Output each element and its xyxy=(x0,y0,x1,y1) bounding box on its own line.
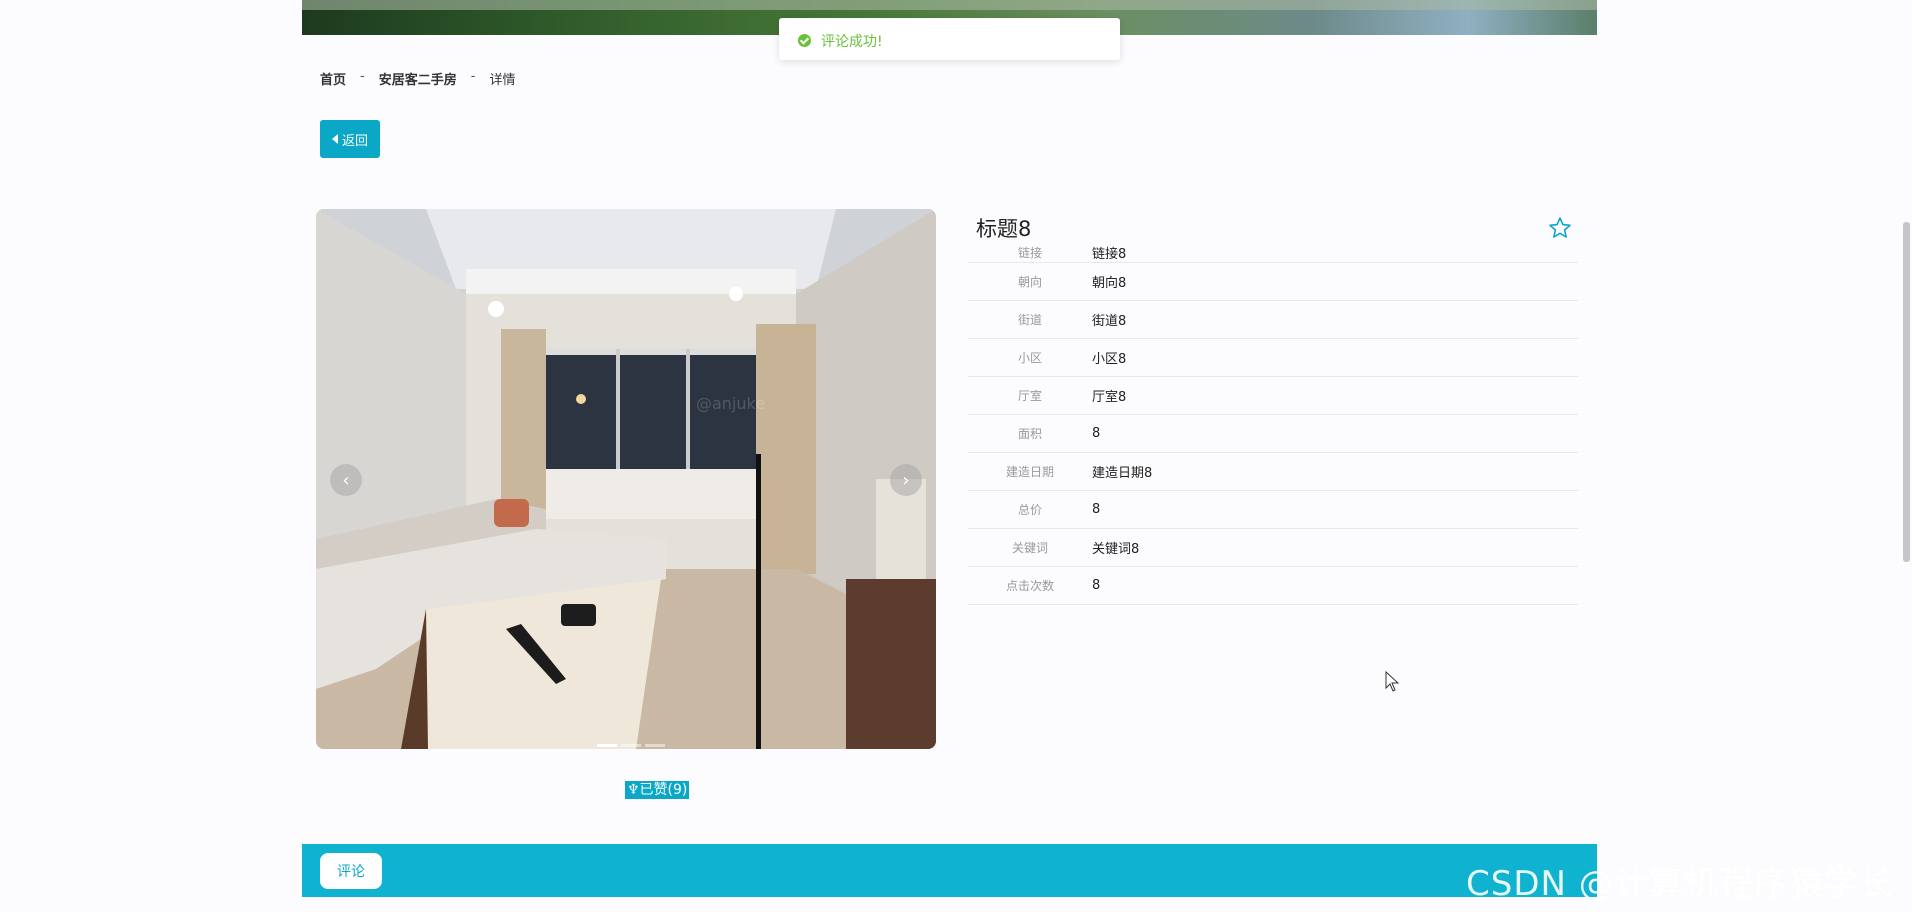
breadcrumb-home[interactable]: 首页 xyxy=(320,69,346,88)
carousel-indicator[interactable] xyxy=(597,744,617,747)
detail-label: 总价 xyxy=(1017,503,1042,517)
carousel-prev-arrow-icon[interactable]: ‹ xyxy=(330,464,362,496)
detail-label: 街道 xyxy=(1017,313,1042,327)
listing-title: 标题8 xyxy=(976,217,1032,241)
detail-row-layout: 厅室 厅室8 xyxy=(968,377,1578,415)
carousel-indicators xyxy=(597,744,665,747)
carousel-indicator[interactable] xyxy=(645,744,665,747)
like-button[interactable]: ♆已赞(9) xyxy=(625,781,690,799)
detail-value: 小区8 xyxy=(1092,352,1127,367)
detail-row-area: 面积 8 xyxy=(968,415,1578,453)
comment-tab-button[interactable]: 评论 xyxy=(320,853,382,889)
detail-row-link: 链接 链接8 xyxy=(968,242,1578,263)
detail-value: 8 xyxy=(1092,426,1101,441)
carousel-next-arrow-icon[interactable]: › xyxy=(890,464,922,496)
star-outline-icon[interactable] xyxy=(1548,216,1572,240)
detail-row-total-price: 总价 8 xyxy=(968,491,1578,529)
detail-value: 关键词8 xyxy=(1092,542,1140,557)
caret-left-icon xyxy=(331,134,338,144)
detail-label: 厅室 xyxy=(1017,389,1042,403)
breadcrumb-current: 详情 xyxy=(489,73,516,88)
detail-value: 街道8 xyxy=(1092,314,1127,329)
detail-row-street: 街道 街道8 xyxy=(968,301,1578,339)
toast-message: 评论成功! xyxy=(821,34,883,50)
breadcrumb-section[interactable]: 安居客二手房 xyxy=(379,69,457,88)
breadcrumb: 首页 - 安居客二手房 - 详情 xyxy=(320,69,515,88)
listing-details: 链接 链接8 朝向 朝向8 街道 街道8 小区 小区8 厅室 厅室8 面积 8 … xyxy=(968,242,1578,605)
carousel-indicator[interactable] xyxy=(621,744,641,747)
house-photo-carousel[interactable]: @anjuke xyxy=(316,209,936,749)
svg-text:@anjuke: @anjuke xyxy=(696,394,765,413)
detail-value: 8 xyxy=(1092,502,1101,517)
back-button[interactable]: 返回 xyxy=(320,120,380,158)
detail-label: 关键词 xyxy=(1011,541,1048,555)
check-circle-icon xyxy=(798,34,811,47)
mouse-cursor-icon xyxy=(1385,671,1400,692)
house-photo: @anjuke xyxy=(316,209,936,749)
detail-value: 朝向8 xyxy=(1092,276,1127,291)
detail-value: 厅室8 xyxy=(1092,390,1127,405)
banner-top-strip xyxy=(302,0,1597,10)
detail-value: 建造日期8 xyxy=(1092,466,1153,481)
csdn-watermark: CSDN @计算机程序猿学长 xyxy=(1466,864,1894,904)
detail-label: 点击次数 xyxy=(1005,579,1054,593)
detail-label: 链接 xyxy=(1017,245,1042,260)
back-button-label: 返回 xyxy=(341,132,368,148)
detail-row-orientation: 朝向 朝向8 xyxy=(968,263,1578,301)
success-toast: 评论成功! xyxy=(779,18,1120,60)
breadcrumb-separator: - xyxy=(360,69,365,84)
detail-label: 面积 xyxy=(1017,427,1042,441)
detail-label: 建造日期 xyxy=(1005,465,1054,479)
breadcrumb-separator: - xyxy=(470,69,476,84)
detail-value: 8 xyxy=(1092,578,1101,593)
page-scrollbar[interactable] xyxy=(1903,222,1910,562)
detail-value: 链接8 xyxy=(1092,246,1127,262)
comment-section-bar xyxy=(302,844,1597,897)
detail-row-build-date: 建造日期 建造日期8 xyxy=(968,453,1578,491)
detail-label: 朝向 xyxy=(1017,275,1042,289)
detail-row-keywords: 关键词 关键词8 xyxy=(968,529,1578,567)
detail-label: 小区 xyxy=(1017,351,1042,365)
detail-row-community: 小区 小区8 xyxy=(968,339,1578,377)
detail-row-click-count: 点击次数 8 xyxy=(968,567,1578,605)
